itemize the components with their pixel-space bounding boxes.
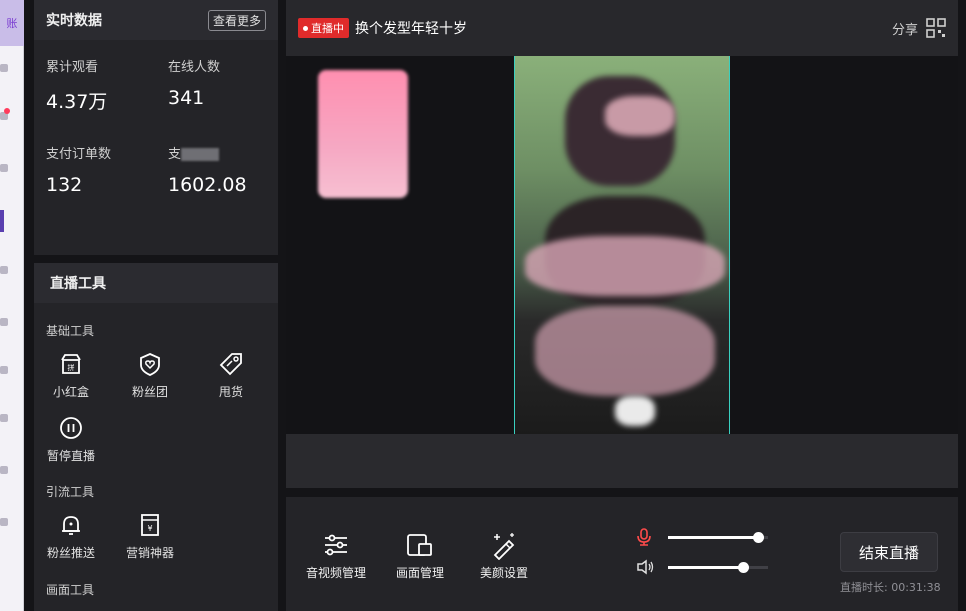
redacted-mask: [181, 148, 220, 161]
sliders-icon: [325, 534, 347, 556]
stat-value: 341: [168, 87, 205, 109]
tool-clearance[interactable]: 甩货: [196, 351, 266, 400]
heart-shield-icon: [140, 353, 160, 376]
live-status-badge: 直播中: [298, 18, 349, 38]
product-sticker[interactable]: [318, 70, 408, 198]
share-button[interactable]: 分享: [892, 18, 946, 38]
svg-text:拼: 拼: [68, 363, 75, 372]
beauty-settings-button[interactable]: 美颜设置: [464, 530, 544, 581]
speaker-volume-slider[interactable]: [668, 562, 768, 573]
stat-label: 支付订单数: [46, 147, 112, 162]
qrcode-icon: [926, 18, 946, 38]
mic-volume-slider[interactable]: [668, 532, 768, 543]
tool-marketing[interactable]: ¥ 营销神器: [115, 512, 185, 561]
control-label: 美颜设置: [479, 566, 528, 580]
end-live-button[interactable]: 结束直播: [840, 532, 938, 572]
box-icon: 拼: [61, 354, 81, 374]
tool-label: 粉丝推送: [46, 546, 95, 560]
realtime-header: 实时数据 查看更多: [34, 0, 278, 40]
live-tools-panel: 直播工具 基础工具 拼 小红盒 粉丝团 甩货 暂停直播 引流工具 粉丝推送 ¥ …: [34, 263, 278, 611]
control-label: 画面管理: [395, 566, 444, 580]
stat-label: 支: [168, 143, 247, 162]
slider-knob[interactable]: [753, 532, 764, 543]
stat-online-users: 在线人数 341: [168, 56, 220, 109]
layers-icon: [407, 534, 432, 556]
stat-value: 132: [46, 174, 83, 196]
slider-fill: [668, 536, 758, 539]
account-tag[interactable]: 账: [0, 0, 24, 46]
stat-paid-orders: 支付订单数 132: [46, 143, 111, 196]
nav-icon-3[interactable]: [0, 164, 8, 172]
nav-icon-6[interactable]: [0, 366, 8, 374]
video-preview[interactable]: [286, 56, 958, 434]
blurred-subject: [615, 396, 655, 426]
stat-label: 累计观看: [46, 60, 99, 75]
live-title: 换个发型年轻十岁: [355, 21, 467, 37]
stat-total-views: 累计观看 4.37万: [46, 56, 107, 114]
microphone-icon[interactable]: [636, 528, 652, 546]
svg-text:¥: ¥: [147, 524, 152, 533]
live-dot-icon: [303, 25, 308, 31]
tool-red-box[interactable]: 拼 小红盒: [36, 351, 106, 400]
preview-bottom-bar: [286, 434, 958, 488]
tool-label: 营销神器: [125, 546, 174, 560]
tool-label: 暂停直播: [46, 449, 95, 463]
pause-icon: [60, 417, 82, 439]
blurred-subject: [525, 236, 725, 296]
realtime-title: 实时数据: [46, 13, 102, 29]
control-label: 音视频管理: [305, 566, 366, 580]
blurred-subject: [605, 96, 675, 136]
live-header: 直播中 换个发型年轻十岁 分享: [286, 0, 958, 56]
stat-value: 1602.08: [168, 174, 247, 196]
tools-title: 直播工具: [34, 263, 278, 303]
speaker-icon[interactable]: [636, 559, 654, 575]
nav-icon-5[interactable]: [0, 318, 8, 326]
blurred-subject: [535, 306, 715, 396]
nav-active-indicator: [0, 210, 4, 232]
stat-payment: 支 1602.08: [168, 143, 247, 196]
live-badge-text: 直播中: [311, 22, 344, 35]
tag-icon: [219, 353, 242, 376]
tool-label: 粉丝团: [131, 385, 168, 399]
stat-label: 在线人数: [168, 60, 221, 75]
screen-manage-button[interactable]: 画面管理: [380, 530, 460, 581]
app-sidebar-strip: 账: [0, 0, 24, 611]
live-preview-panel: 直播中 换个发型年轻十岁 分享: [286, 0, 958, 488]
realtime-data-panel: 实时数据 查看更多 累计观看 4.37万 在线人数 341 支付订单数 132 …: [34, 0, 278, 255]
section-screen-tools: 画面工具: [46, 583, 95, 597]
section-basic-tools: 基础工具: [46, 324, 95, 338]
tool-label: 小红盒: [52, 385, 89, 399]
nav-icon-8[interactable]: [0, 466, 8, 474]
slider-knob[interactable]: [738, 562, 749, 573]
stat-value: 4.37万: [46, 91, 108, 113]
nav-icon-4[interactable]: [0, 266, 8, 274]
camera-frame[interactable]: [514, 56, 730, 434]
control-bar: 音视频管理 画面管理 美颜设置 结束直播 直播时长: 00:31:38: [286, 497, 958, 611]
nav-icon-7[interactable]: [0, 414, 8, 422]
view-more-button[interactable]: 查看更多: [207, 9, 266, 31]
tool-fan-push[interactable]: 粉丝推送: [36, 512, 106, 561]
magic-wand-icon: [493, 533, 515, 560]
live-duration: 直播时长: 00:31:38: [840, 581, 941, 594]
av-settings-button[interactable]: 音视频管理: [296, 530, 376, 581]
tool-label: 甩货: [218, 385, 243, 399]
slider-fill: [668, 566, 743, 569]
tool-pause-live[interactable]: 暂停直播: [36, 415, 106, 464]
coupon-icon: ¥: [141, 514, 159, 536]
stat-label-text: 支: [168, 147, 182, 162]
bell-icon: [62, 516, 80, 535]
tool-fan-club[interactable]: 粉丝团: [115, 351, 185, 400]
nav-icon-9[interactable]: [0, 518, 8, 526]
nav-icon-1[interactable]: [0, 64, 8, 72]
notification-dot: [4, 108, 10, 114]
section-traffic-tools: 引流工具: [46, 485, 95, 499]
share-label: 分享: [891, 22, 918, 38]
